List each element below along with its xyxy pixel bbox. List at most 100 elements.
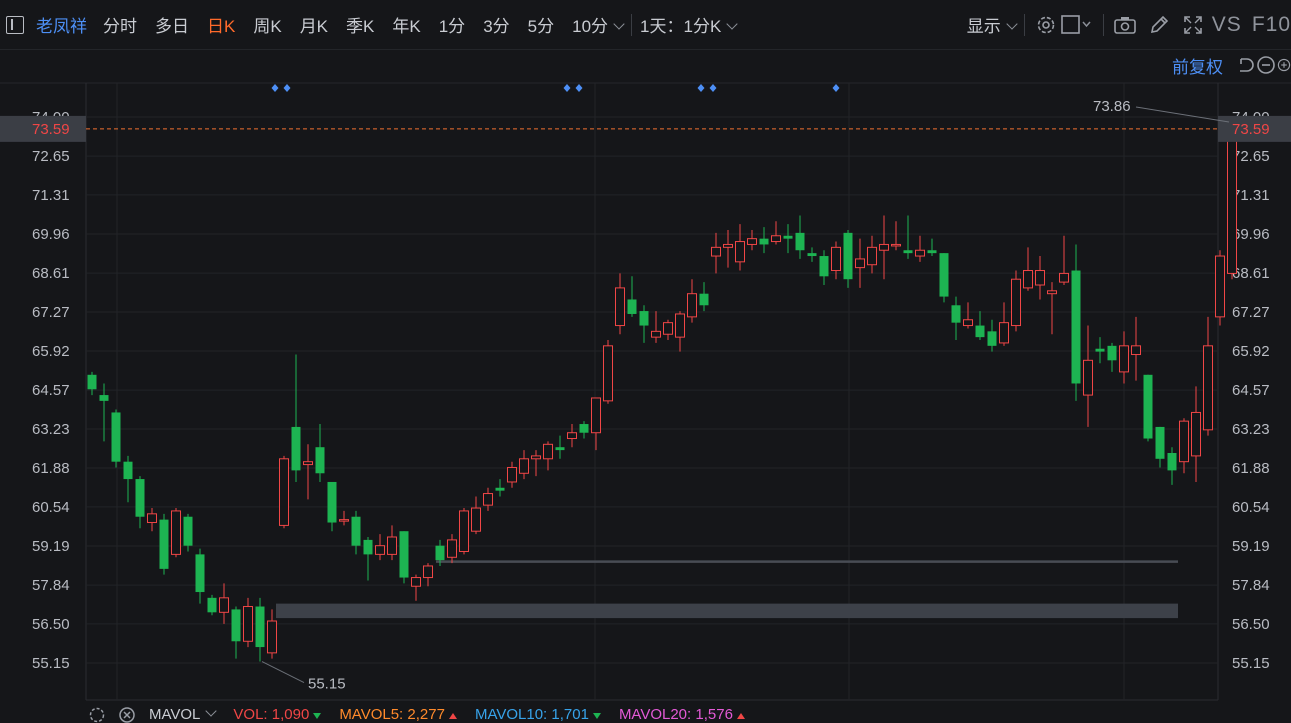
candle-body xyxy=(975,325,985,338)
y-axis-tick-right: 67.27 xyxy=(1232,304,1270,321)
min-price-label: 55.15 xyxy=(308,676,346,693)
y-axis-tick-left: 57.84 xyxy=(32,577,70,594)
indicator-settings-gear-icon[interactable] xyxy=(85,706,109,723)
candle-body xyxy=(507,466,517,483)
max-price-label: 73.86 xyxy=(1093,98,1131,115)
candle-body xyxy=(759,238,769,245)
y-axis-tick-left: 61.88 xyxy=(32,460,70,477)
y-axis-tick-left: 63.23 xyxy=(32,421,70,438)
candle-body xyxy=(159,519,169,569)
indicator-close-icon[interactable] xyxy=(115,706,139,723)
y-axis-tick-left: 59.19 xyxy=(32,538,70,555)
y-axis-tick-right: 56.50 xyxy=(1232,616,1270,633)
candle-body xyxy=(639,311,649,326)
candle-body xyxy=(591,397,601,434)
candle-body xyxy=(279,458,289,526)
candle-body xyxy=(207,597,217,613)
candle-body xyxy=(315,447,325,474)
current-price-label-left: 73.59 xyxy=(32,121,70,138)
y-axis-tick-left: 56.50 xyxy=(32,616,70,633)
indicator-label: MAVOL xyxy=(149,706,201,723)
candle-body xyxy=(687,293,697,318)
candle-body xyxy=(807,253,817,257)
candle-body xyxy=(195,554,205,593)
candle-body xyxy=(123,461,133,480)
max-annotation-line xyxy=(1135,106,1230,123)
candle-body xyxy=(699,293,709,306)
candle-body xyxy=(87,374,97,390)
y-axis-tick-right: 60.54 xyxy=(1232,499,1270,516)
candle-body xyxy=(951,305,961,323)
candle-body xyxy=(267,620,277,654)
signal-diamond-icon xyxy=(271,84,279,92)
candle-body xyxy=(171,510,181,555)
y-axis-tick-right: 71.31 xyxy=(1232,187,1270,204)
y-axis-tick-left: 60.54 xyxy=(32,499,70,516)
candle-body xyxy=(723,243,733,248)
signal-diamond-icon xyxy=(563,84,571,92)
candle-body xyxy=(1179,420,1189,463)
y-axis-tick-right: 61.88 xyxy=(1232,460,1270,477)
y-axis-tick-right: 72.65 xyxy=(1232,148,1270,165)
candle-body xyxy=(927,250,937,254)
y-axis-tick-left: 64.57 xyxy=(32,382,70,399)
candle-body xyxy=(795,232,805,251)
candle-body xyxy=(219,597,229,613)
current-price-label-right: 73.59 xyxy=(1232,121,1270,138)
indicator-value: 1,576 xyxy=(691,706,733,723)
candle-body xyxy=(771,235,781,243)
candle-body xyxy=(567,432,577,440)
candle-body xyxy=(1191,411,1201,457)
candle-body xyxy=(819,256,829,277)
candle-body xyxy=(1071,270,1081,384)
candle-body xyxy=(255,606,265,648)
candle-body xyxy=(615,287,625,327)
indicator-value: 1,701 xyxy=(547,706,589,723)
candle-body xyxy=(843,232,853,280)
indicator-bar: MAVOL VOL: 1,090 MAVOL5: 2,277 MAVOL10: 1,7… xyxy=(0,706,1291,723)
candle-body xyxy=(531,455,541,460)
indicator-label: MAVOL5: xyxy=(339,706,404,723)
candle-body xyxy=(1083,359,1093,396)
y-axis-tick-right: 57.84 xyxy=(1232,577,1270,594)
candle-body xyxy=(1203,345,1213,431)
trend-down-icon xyxy=(592,713,601,719)
candle-body xyxy=(627,299,637,314)
y-axis-tick-left: 69.96 xyxy=(32,226,70,243)
candle-body xyxy=(1131,345,1141,356)
candle-body xyxy=(483,493,493,506)
candle-body xyxy=(1107,345,1117,361)
candle-body xyxy=(135,479,145,517)
candle-body xyxy=(1119,345,1129,373)
candle-body xyxy=(495,487,505,491)
candle-body xyxy=(1167,453,1177,471)
candle-body xyxy=(327,481,337,523)
y-axis-tick-left: 68.61 xyxy=(32,265,70,282)
candlestick-chart[interactable]: 74.0074.0072.6572.6571.3171.3169.9669.96… xyxy=(0,0,1291,706)
candle-body xyxy=(1059,272,1069,283)
y-axis-tick-right: 55.15 xyxy=(1232,655,1270,672)
candle-body xyxy=(183,516,193,546)
indicator-item: VOL: 1,090 xyxy=(233,706,322,723)
y-axis-tick-right: 59.19 xyxy=(1232,538,1270,555)
candle-body xyxy=(987,331,997,346)
candle-body xyxy=(879,243,889,251)
candle-body xyxy=(1095,348,1105,352)
candle-body xyxy=(543,443,553,460)
candle-body xyxy=(303,461,313,466)
candle-body xyxy=(243,606,253,642)
candle-body xyxy=(579,424,589,433)
candle-body xyxy=(963,319,973,327)
candle-body xyxy=(387,536,397,555)
candle-body xyxy=(1215,255,1225,318)
trend-up-icon xyxy=(448,713,457,719)
indicator-value: 2,277 xyxy=(403,706,445,723)
y-axis-tick-left: 65.92 xyxy=(32,343,70,360)
candle-body xyxy=(399,531,409,578)
candle-body xyxy=(903,250,913,254)
candle-body xyxy=(867,246,877,266)
candle-body xyxy=(459,510,469,552)
candle-body xyxy=(447,539,457,558)
indicator-item[interactable]: MAVOL xyxy=(149,706,218,723)
candle-body xyxy=(939,253,949,297)
